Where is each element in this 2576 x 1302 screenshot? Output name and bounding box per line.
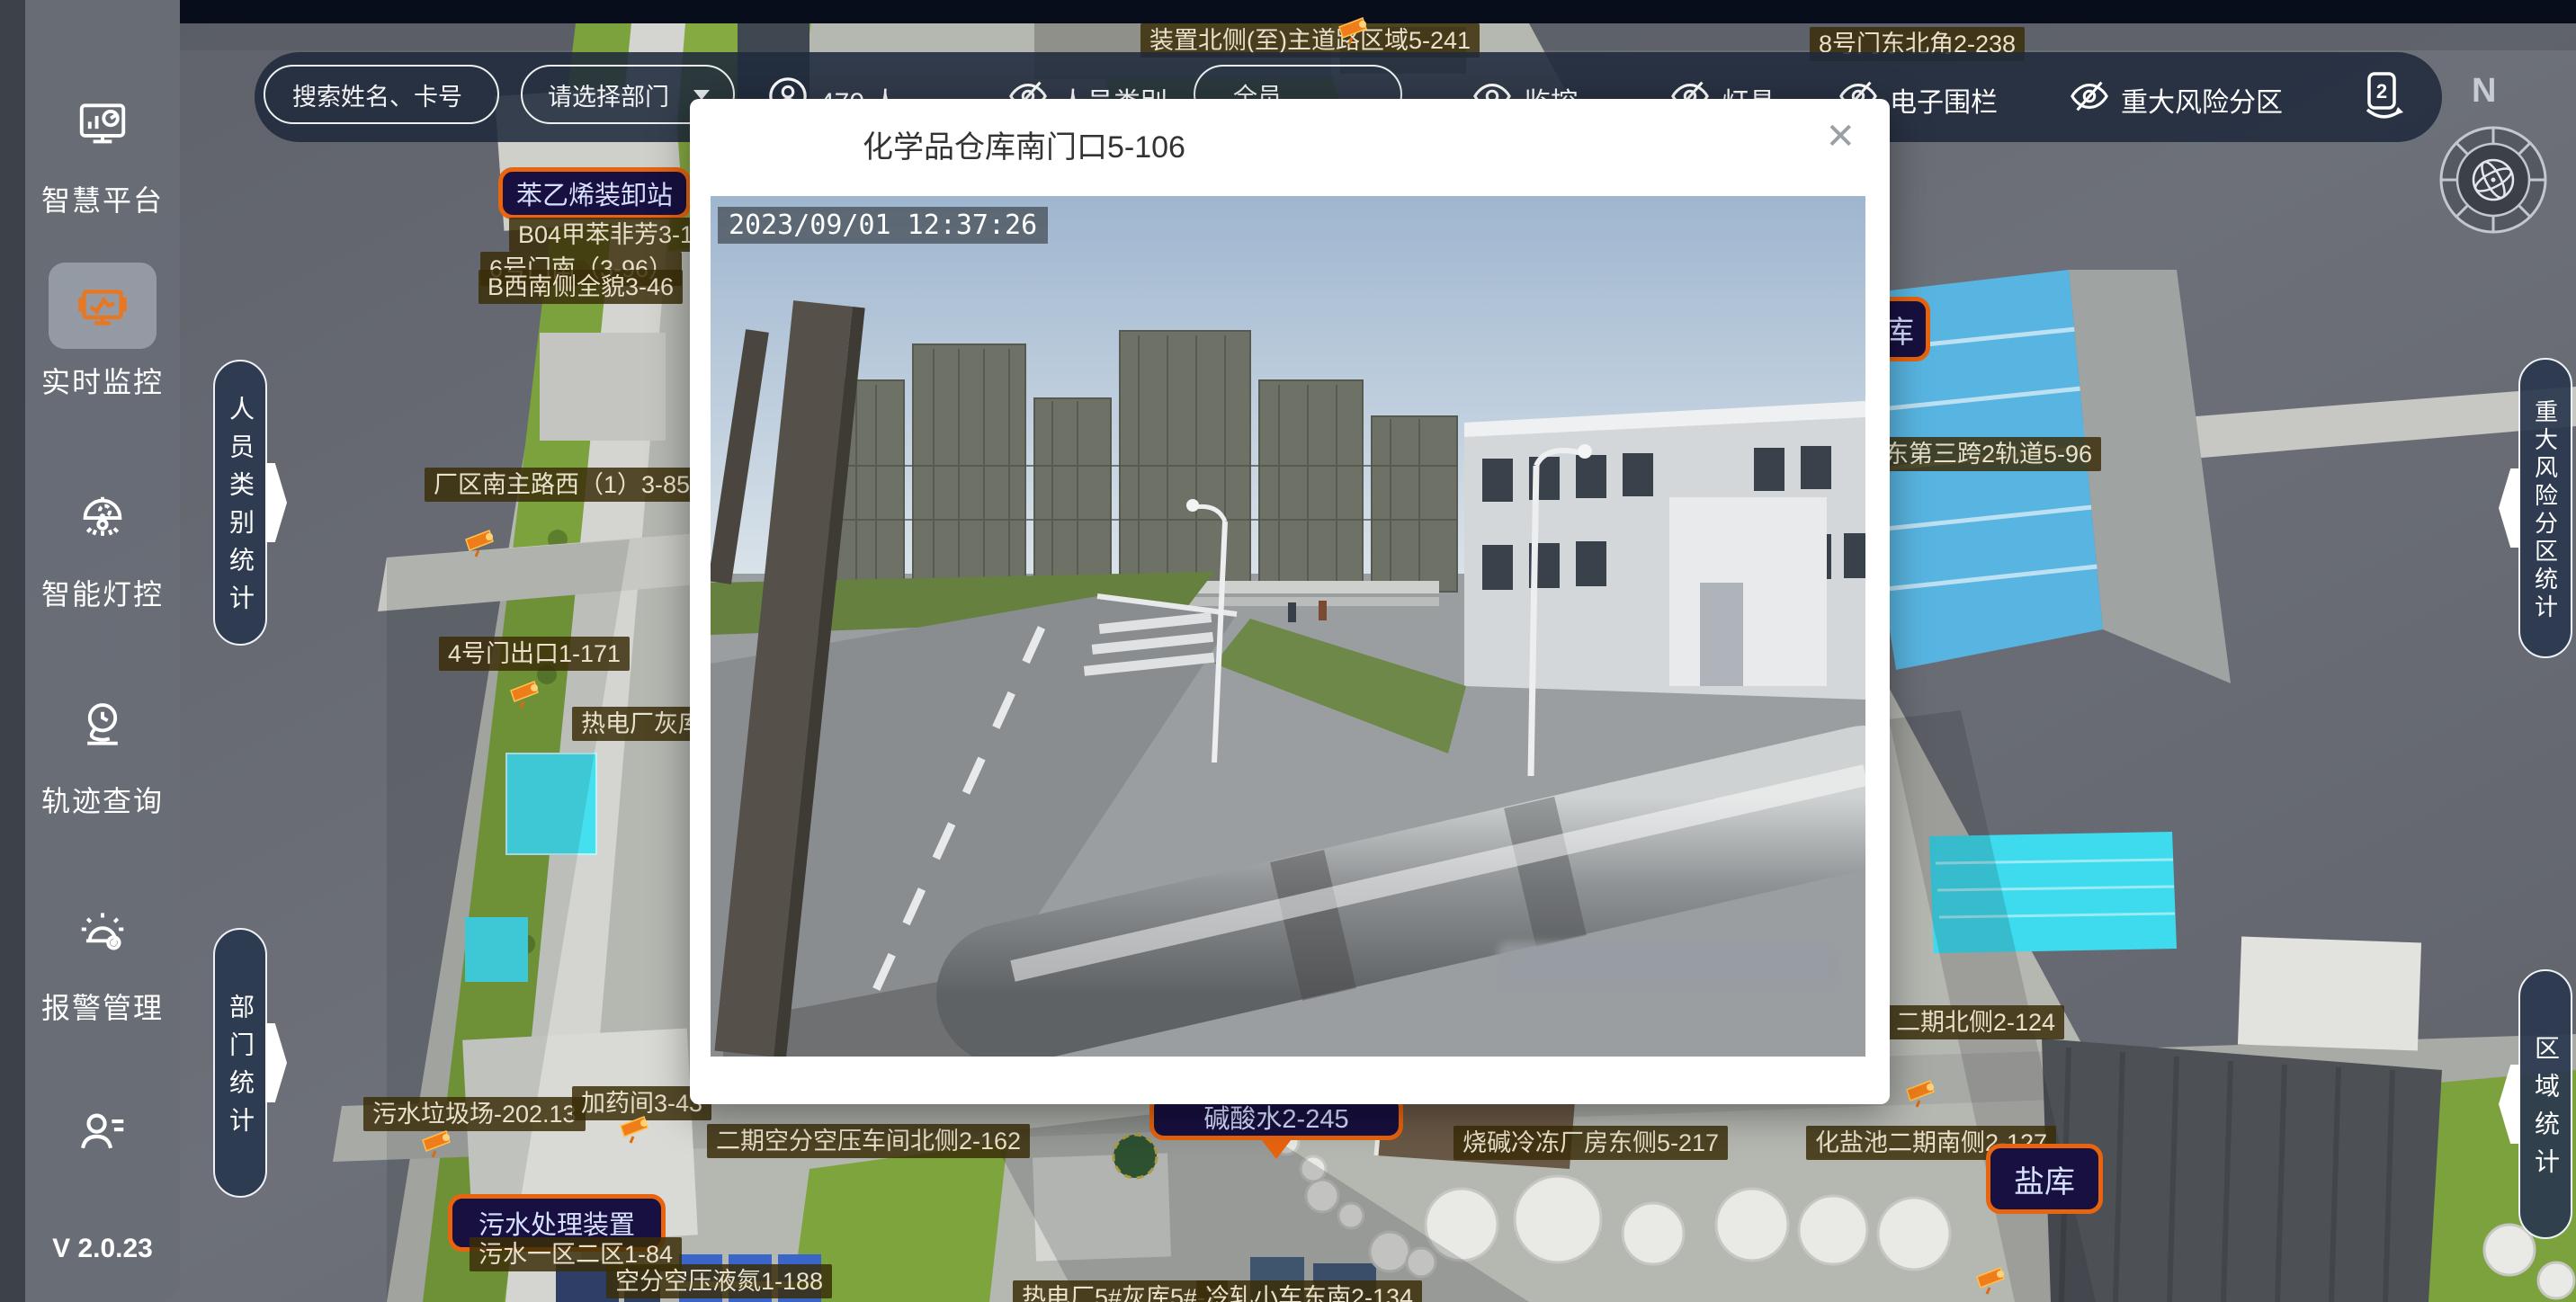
sidebar-item-realtime-monitor[interactable]: 实时监控: [25, 263, 180, 401]
sidebar: 智慧平台 实时监控: [0, 0, 180, 1302]
chevron-down-icon: [693, 90, 710, 100]
map-label[interactable]: 空分空压液氮1-188: [606, 1264, 832, 1298]
map-label[interactable]: 苯乙烯装卸站: [498, 167, 691, 219]
camera-modal-title: 化学品仓库南门口5-106: [863, 122, 1185, 166]
camera-icon[interactable]: [1975, 1266, 2011, 1295]
map-label[interactable]: 二期空分空压车间北侧2-162: [707, 1124, 1030, 1158]
app-version: V 2.0.23: [25, 1234, 180, 1264]
toggle-label[interactable]: 重大风险分区: [2121, 80, 2283, 120]
camera-icon[interactable]: [464, 529, 500, 557]
camera-feed: 2023/09/01 12:37:26: [711, 196, 1865, 1057]
map-label[interactable]: 污水垃圾场-202.13: [363, 1097, 586, 1131]
alarm-icon: [49, 888, 157, 975]
camera-icon[interactable]: [421, 1129, 457, 1158]
camera-icon[interactable]: [619, 1115, 655, 1144]
sidebar-item-trajectory-query[interactable]: 轨迹查询: [25, 682, 180, 820]
map-label[interactable]: 盐库: [1986, 1144, 2103, 1214]
search-placeholder: 搜索姓名、卡号: [292, 77, 462, 112]
svg-text:2: 2: [2376, 80, 2387, 103]
realtime-monitor-icon: [49, 263, 157, 349]
map-label[interactable]: 东第三跨2轨道5-96: [1875, 437, 2101, 471]
map-label[interactable]: 4号门出口1-171: [439, 637, 630, 671]
smart-platform-icon: [49, 81, 157, 167]
map-label[interactable]: B04甲苯非芳3-10: [509, 218, 716, 252]
toggle-label[interactable]: 电子围栏: [1890, 80, 1998, 120]
compass-north-label: N: [2472, 72, 2496, 111]
screen-rotate-2d-icon[interactable]: 2: [2357, 70, 2407, 120]
camera-scene: [711, 196, 1865, 1057]
camera-modal: 化学品仓库南门口5-106 ✕: [690, 99, 1890, 1104]
tab-area-stats[interactable]: 区域统计: [2518, 969, 2572, 1239]
tab-personnel-category-stats[interactable]: 人员类别统计: [213, 360, 267, 646]
smart-light-icon: [49, 475, 157, 561]
sidebar-item-smart-lighting[interactable]: 智能灯控: [25, 475, 180, 613]
camera-icon[interactable]: [1905, 1079, 1941, 1108]
smart-factory-app: 装置北侧(至)主道路区域5-2418号门东北角2-238苯乙烯装卸站B04甲苯非…: [0, 0, 2576, 1302]
search-input[interactable]: 搜索姓名、卡号: [264, 65, 499, 124]
eye-slash-icon[interactable]: [2069, 76, 2110, 117]
close-icon[interactable]: ✕: [1825, 119, 1856, 155]
department-placeholder: 请选择部门: [548, 77, 669, 112]
camera-icon[interactable]: [509, 680, 545, 709]
trajectory-icon: [49, 682, 157, 768]
blurred-watermark: [1498, 942, 1838, 991]
compass[interactable]: [2430, 117, 2556, 243]
map-label[interactable]: 二期北侧2-124: [1887, 1005, 2064, 1039]
map-label[interactable]: 厂区南主路西（1）3-85: [425, 468, 699, 502]
sidebar-item-smart-platform[interactable]: 智慧平台: [25, 81, 180, 219]
map-label[interactable]: 烧碱冷冻厂房东侧5-217: [1453, 1126, 1728, 1160]
camera-icon[interactable]: [1337, 16, 1373, 45]
tab-department-stats[interactable]: 部门统计: [213, 928, 267, 1198]
tab-major-risk-zone-stats[interactable]: 重大风险分区统计: [2518, 358, 2572, 658]
personnel-icon: [49, 1090, 157, 1176]
sidebar-item-alarm-management[interactable]: 报警管理: [25, 888, 180, 1027]
camera-timestamp: 2023/09/01 12:37:26: [718, 207, 1048, 244]
map-label[interactable]: 冷轧小车东南2-134: [1196, 1280, 1422, 1302]
map-label[interactable]: B西南侧全貌3-46: [479, 270, 683, 304]
sidebar-item-personnel[interactable]: [25, 1090, 180, 1176]
